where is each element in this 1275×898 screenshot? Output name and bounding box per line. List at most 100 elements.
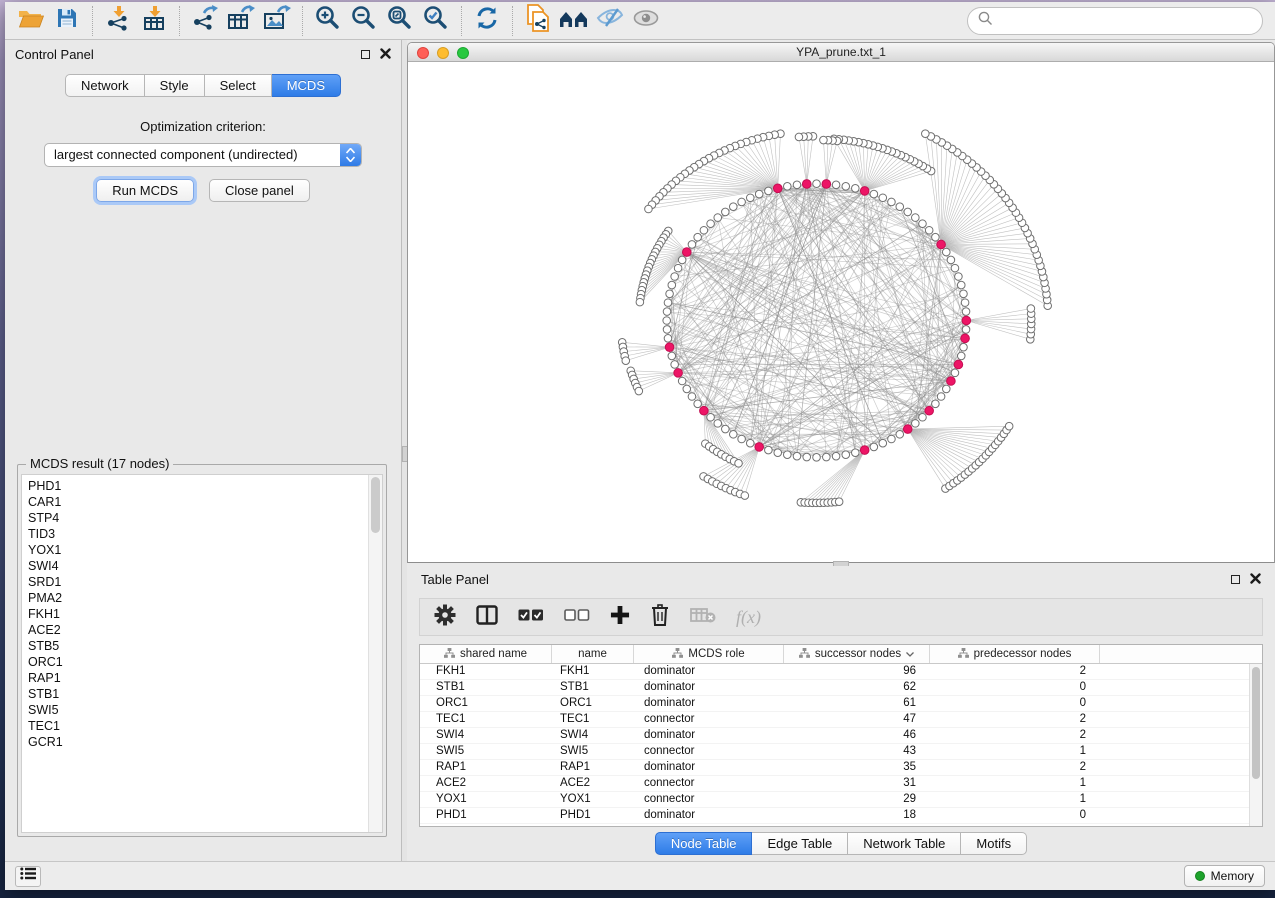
table-row[interactable]: PHD1PHD1dominator180 [420, 808, 1262, 824]
eye-icon [632, 8, 660, 33]
close-panel-icon[interactable] [1250, 572, 1261, 587]
table-row[interactable]: ORC1ORC1dominator610 [420, 696, 1262, 712]
export-image-button[interactable] [259, 5, 295, 37]
mcds-result-item[interactable]: TID3 [28, 526, 382, 542]
node-table: shared namenameMCDS rolesuccessor nodesp… [419, 644, 1263, 827]
import-network-button[interactable] [100, 5, 136, 37]
table-row[interactable]: FKH1FKH1dominator962 [420, 664, 1262, 680]
maximize-window-button[interactable] [457, 47, 469, 59]
task-history-button[interactable] [15, 866, 41, 887]
mcds-result-item[interactable]: PMA2 [28, 590, 382, 606]
table-cell: 0 [930, 696, 1100, 711]
tab-network[interactable]: Network [65, 74, 145, 97]
tab-select[interactable]: Select [205, 74, 272, 97]
add-column-icon[interactable] [610, 605, 630, 630]
close-window-button[interactable] [417, 47, 429, 59]
delete-column-icon[interactable] [650, 604, 670, 631]
tab-edge-table[interactable]: Edge Table [752, 832, 848, 855]
mcds-result-list[interactable]: PHD1CAR1STP4TID3YOX1SWI4SRD1PMA2FKH1ACE2… [21, 474, 383, 833]
table-row[interactable]: RAP1RAP1dominator352 [420, 760, 1262, 776]
first-neighbors-button[interactable] [556, 5, 592, 37]
column-header-MCDS-role[interactable]: MCDS role [634, 645, 784, 663]
mcds-result-title: MCDS result (17 nodes) [26, 456, 173, 471]
mcds-result-item[interactable]: FKH1 [28, 606, 382, 622]
zoom-selected-button[interactable] [418, 5, 454, 37]
memory-button[interactable]: Memory [1184, 865, 1265, 887]
network-window-titlebar[interactable]: YPA_prune.txt_1 [408, 43, 1274, 62]
float-panel-icon[interactable] [361, 50, 370, 59]
tab-motifs[interactable]: Motifs [961, 832, 1027, 855]
mcds-result-item[interactable]: YOX1 [28, 542, 382, 558]
save-session-button[interactable] [49, 5, 85, 37]
select-all-checks-icon[interactable] [518, 608, 544, 626]
import-table-button[interactable] [136, 5, 172, 37]
search-input[interactable] [1000, 13, 1252, 28]
mcds-result-item[interactable]: TEC1 [28, 718, 382, 734]
mcds-result-item[interactable]: SWI5 [28, 702, 382, 718]
table-row[interactable]: TEC1TEC1connector472 [420, 712, 1262, 728]
table-row[interactable]: SWI5SWI5connector431 [420, 744, 1262, 760]
table-cell: ACE2 [552, 776, 634, 791]
table-row[interactable]: SWI4SWI4dominator462 [420, 728, 1262, 744]
table-panel-title: Table Panel [421, 572, 489, 587]
close-panel-icon[interactable] [380, 47, 391, 62]
zoom-out-icon [351, 5, 377, 36]
mcds-result-item[interactable]: STB5 [28, 638, 382, 654]
mcds-result-item[interactable]: CAR1 [28, 494, 382, 510]
zoom-in-button[interactable] [310, 5, 346, 37]
table-row[interactable]: YOX1YOX1connector291 [420, 792, 1262, 808]
attribute-icon [444, 648, 455, 661]
show-all-button[interactable] [628, 5, 664, 37]
column-header-successor-nodes[interactable]: successor nodes [784, 645, 930, 663]
mcds-result-item[interactable]: GCR1 [28, 734, 382, 750]
mcds-result-item[interactable]: RAP1 [28, 670, 382, 686]
mcds-result-item[interactable]: STB1 [28, 686, 382, 702]
column-header-name[interactable]: name [552, 645, 634, 663]
float-panel-icon[interactable] [1231, 575, 1240, 584]
mcds-list-scrollbar[interactable] [368, 475, 382, 832]
export-table-button[interactable] [223, 5, 259, 37]
tab-network-table[interactable]: Network Table [848, 832, 961, 855]
open-file-button[interactable] [13, 5, 49, 37]
table-cell: 2 [930, 760, 1100, 775]
table-header-row: shared namenameMCDS rolesuccessor nodesp… [420, 645, 1262, 664]
settings-gear-icon[interactable] [434, 604, 456, 631]
minimize-window-button[interactable] [437, 47, 449, 59]
tab-node-table[interactable]: Node Table [655, 832, 753, 855]
mcds-result-item[interactable]: SWI4 [28, 558, 382, 574]
table-scrollbar[interactable] [1249, 664, 1262, 826]
export-network-button[interactable] [187, 5, 223, 37]
search-field[interactable] [967, 7, 1263, 35]
apply-layout-button[interactable] [469, 5, 505, 37]
tab-style[interactable]: Style [145, 74, 205, 97]
table-cell: 1 [930, 744, 1100, 759]
zoom-out-button[interactable] [346, 5, 382, 37]
zoom-fit-button[interactable] [382, 5, 418, 37]
mcds-result-item[interactable]: ORC1 [28, 654, 382, 670]
table-cell: ORC1 [420, 696, 552, 711]
mcds-result-item[interactable]: STP4 [28, 510, 382, 526]
run-mcds-button[interactable]: Run MCDS [96, 179, 194, 202]
network-canvas[interactable] [408, 62, 1274, 562]
attribute-icon [672, 648, 683, 661]
table-cell: 43 [784, 744, 930, 759]
new-network-from-selection-button[interactable] [520, 5, 556, 37]
table-cell: 29 [784, 792, 930, 807]
table-cell: dominator [634, 728, 784, 743]
cytoscape-window: Control Panel Network Style Select MCDS … [5, 2, 1275, 890]
column-header-shared-name[interactable]: shared name [420, 645, 552, 663]
column-header-predecessor-nodes[interactable]: predecessor nodes [930, 645, 1100, 663]
dropdown-stepper-icon [340, 144, 361, 166]
criterion-dropdown[interactable]: largest connected component (undirected) [44, 143, 362, 167]
table-row[interactable]: STB1STB1dominator620 [420, 680, 1262, 696]
table-cell: connector [634, 744, 784, 759]
deselect-all-checks-icon[interactable] [564, 608, 590, 626]
mcds-result-item[interactable]: SRD1 [28, 574, 382, 590]
hide-selected-button[interactable] [592, 5, 628, 37]
mcds-result-item[interactable]: PHD1 [28, 478, 382, 494]
show-column-panel-icon[interactable] [476, 605, 498, 630]
mcds-result-item[interactable]: ACE2 [28, 622, 382, 638]
table-row[interactable]: ACE2ACE2connector311 [420, 776, 1262, 792]
tab-mcds[interactable]: MCDS [272, 74, 341, 97]
close-panel-button[interactable]: Close panel [209, 179, 310, 202]
